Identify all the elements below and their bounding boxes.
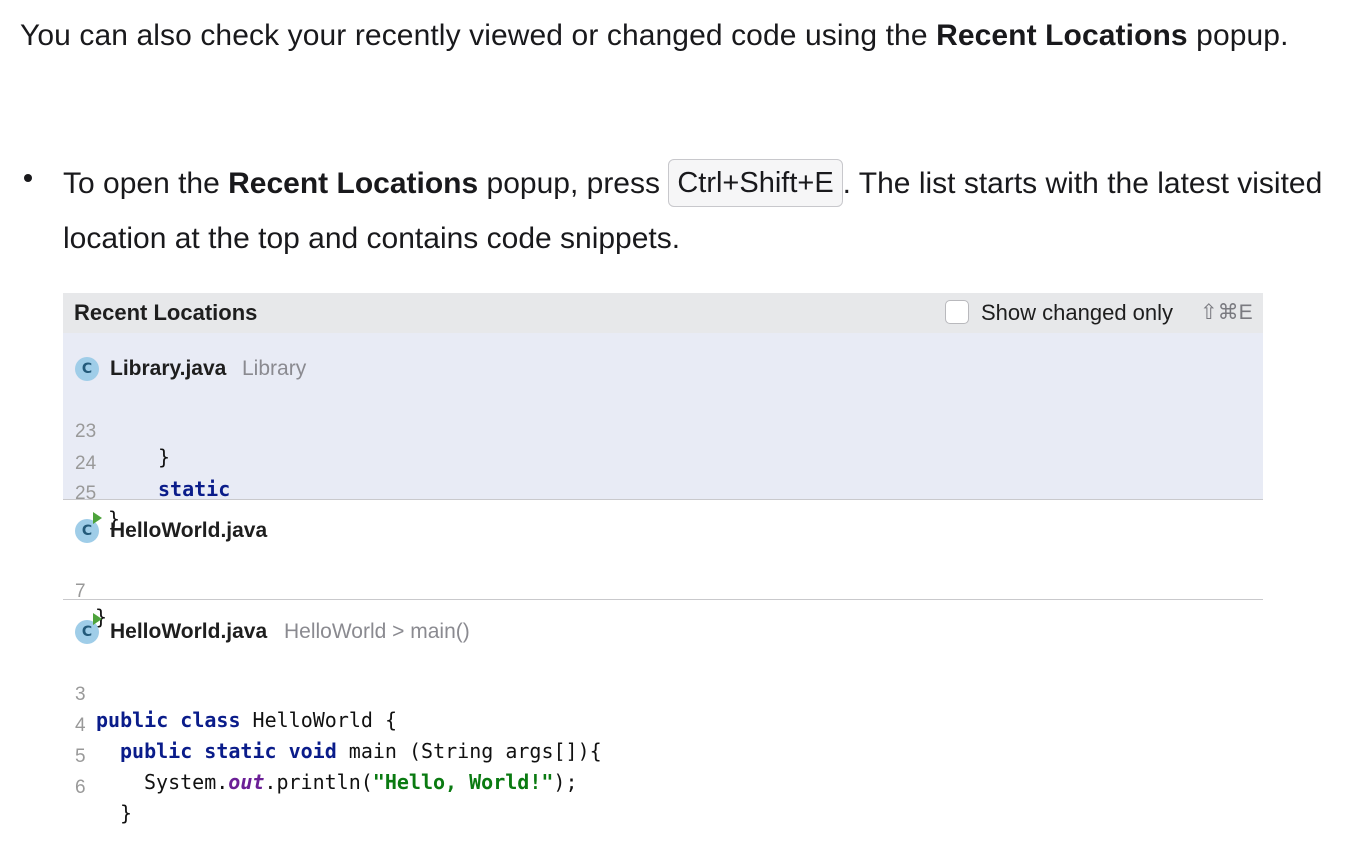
code-line: 4 public static void main (String args[]…: [63, 691, 1263, 763]
bullet-marker: [24, 174, 32, 182]
popup-title: Recent Locations: [74, 300, 258, 325]
document: You can also check your recently viewed …: [0, 0, 1356, 825]
intro-paragraph: You can also check your recently viewed …: [20, 12, 1330, 60]
popup-header: Recent Locations Show changed only ⇧⌘E: [63, 293, 1263, 333]
class-icon: C: [75, 357, 99, 381]
code-line: 25 }: [63, 459, 1263, 531]
code-line: 7 }: [63, 557, 1263, 629]
code-line: 23 }: [63, 397, 1263, 469]
code-line: 3 public class HelloWorld {: [63, 660, 1263, 732]
file-name: HelloWorld.java: [110, 620, 268, 643]
code-line: 5 System.out.println("Hello, World!");: [63, 722, 1263, 794]
location-entry[interactable]: C HelloWorld.java 7 }: [63, 500, 1263, 629]
file-name: Library.java: [110, 357, 227, 380]
bullet-text-middle: popup, press: [478, 167, 669, 200]
code-line: 6 }: [63, 753, 1263, 825]
show-changed-only-checkbox[interactable]: [945, 300, 969, 324]
bullet-paragraph: To open the Recent Locations popup, pres…: [63, 156, 1323, 266]
keyboard-shortcut: Ctrl+Shift+E: [668, 159, 843, 208]
code-text: }: [120, 801, 133, 825]
file-context: HelloWorld > main(): [284, 620, 470, 643]
file-name: HelloWorld.java: [110, 519, 268, 542]
intro-text-end: popup.: [1187, 19, 1289, 52]
location-entry[interactable]: C Library.java Library 23 } 24 static 25…: [63, 333, 1263, 531]
bullet-bold-term: Recent Locations: [228, 167, 479, 200]
intro-bold-term: Recent Locations: [936, 19, 1188, 52]
line-number: 6: [75, 777, 86, 798]
bullet-text: To open the: [63, 167, 229, 200]
intro-text: You can also check your recently viewed …: [20, 19, 937, 52]
file-context: Library: [242, 357, 307, 380]
checkbox-shortcut-hint: ⇧⌘E: [1200, 301, 1253, 324]
recent-locations-popup: Recent Locations Show changed only ⇧⌘E C…: [63, 293, 1263, 825]
show-changed-only-label[interactable]: Show changed only: [981, 300, 1173, 326]
run-badge-icon: [93, 613, 102, 625]
code-line: 24 static: [63, 429, 1263, 501]
run-badge-icon: [93, 512, 102, 524]
location-entry[interactable]: C HelloWorld.java HelloWorld > main() 3 …: [63, 600, 1263, 825]
